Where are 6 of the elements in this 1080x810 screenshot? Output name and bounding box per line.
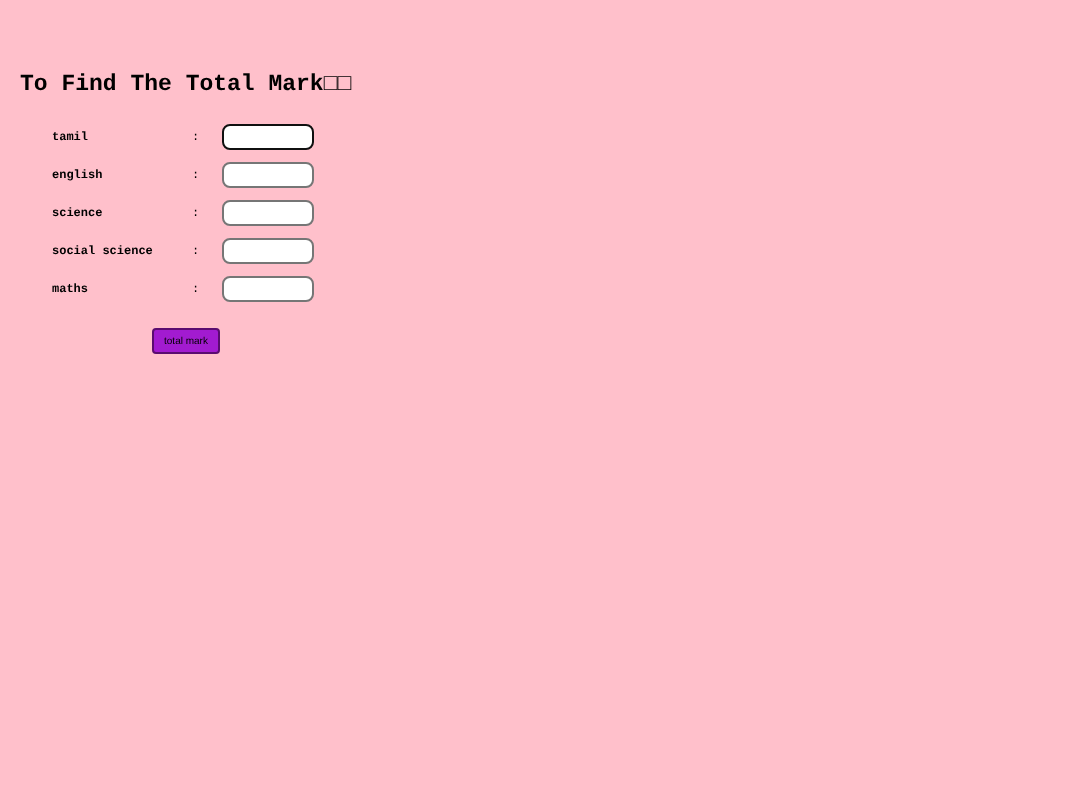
mark-input-field[interactable] <box>222 124 314 150</box>
mark-input-field[interactable] <box>222 276 314 302</box>
page-title: To Find The Total Mark□□ <box>20 72 354 100</box>
mark-input-field[interactable] <box>222 162 314 188</box>
mark-input-field[interactable] <box>222 238 314 264</box>
mark-input-field[interactable] <box>222 200 314 226</box>
